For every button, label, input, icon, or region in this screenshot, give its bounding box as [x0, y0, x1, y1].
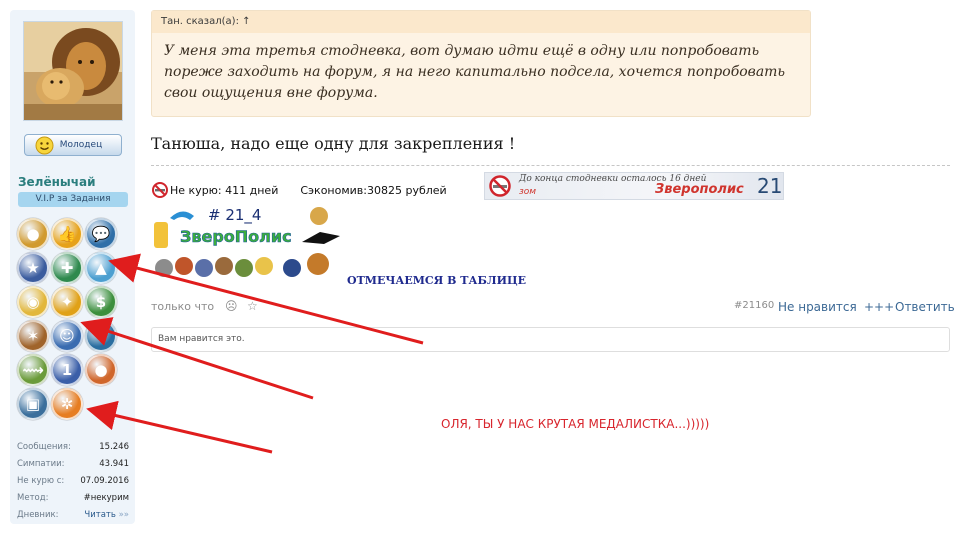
number-one-icon[interactable]: 1 — [51, 354, 83, 386]
stat-method: Метод: #некурим — [17, 493, 129, 503]
post-time[interactable]: только что — [151, 300, 214, 313]
stat-messages: Сообщения: 15.246 — [17, 442, 129, 452]
stat-likes: Симпатии: 43.941 — [17, 459, 129, 469]
dislike-link[interactable]: Не нравится — [778, 300, 857, 314]
medal-icon[interactable]: ◉ — [17, 286, 49, 318]
star-icon[interactable]: ★ — [17, 252, 49, 284]
quit-progress-banner[interactable]: До конца стодневки осталось 16 дней зом … — [484, 172, 784, 200]
three-stars-icon[interactable]: ✦ — [51, 286, 83, 318]
money-bag-icon[interactable]: $ — [85, 286, 117, 318]
stat-quit-date: Не курю с: 07.09.2016 — [17, 476, 129, 486]
stars-icon[interactable]: ✶ — [17, 320, 49, 352]
user-info-panel: Молодец Зелёнычай V.I.P за Задания ● 👍 💬 ★ ✚… — [10, 10, 135, 524]
plus-link[interactable]: +++ — [864, 300, 894, 314]
user-stats: Сообщения: 15.246 Симпатии: 43.941 Не ку… — [17, 439, 129, 524]
user-title-badge: V.I.P за Задания — [18, 192, 128, 207]
celebrate-in-table-text: ОТМЕЧАЕМСЯ В ТАБЛИЦЕ — [347, 274, 526, 287]
chat-bubble-icon[interactable]: 💬 — [85, 218, 117, 250]
post-message: Танюша, надо еще одну для закрепления ! — [151, 134, 516, 153]
star-outline-icon[interactable]: ☆ — [247, 299, 258, 313]
lion-avatar-image — [24, 22, 122, 120]
group-icon[interactable]: ☺ — [51, 320, 83, 352]
thumbs-up-icon[interactable]: 👍 — [51, 218, 83, 250]
diary-read-link[interactable]: Читать »» — [84, 507, 129, 524]
signature-divider — [151, 165, 950, 166]
pharmacy-cross-icon[interactable]: ✚ — [51, 252, 83, 284]
likes-summary: Вам нравится это. — [151, 327, 950, 352]
praise-button[interactable]: Молодец — [24, 134, 122, 156]
no-smoking-icon — [489, 175, 511, 197]
avatar[interactable] — [23, 21, 123, 121]
mountain-icon[interactable]: ▲ — [85, 252, 117, 284]
no-smoking-icon — [152, 182, 168, 198]
person-icon[interactable]: ● — [17, 218, 49, 250]
zootopia-signature-image: # 21_4 ЗвероПолис — [152, 204, 344, 290]
stat-diary: Дневник: Читать »» — [17, 507, 129, 524]
tomato-icon[interactable]: ● — [85, 354, 117, 386]
medal-note-text: ОЛЯ, ТЫ У НАС КРУТАЯ МЕДАЛИСТКА...))))) — [441, 417, 710, 431]
quote-text: У меня эта третья стодневка, вот думаю и… — [164, 43, 786, 101]
reply-link[interactable]: Ответить — [895, 300, 955, 314]
username[interactable]: Зелёнычай — [18, 175, 95, 189]
svg-text:# 21_4: # 21_4 — [208, 206, 261, 225]
quote-block: Тан. сказал(а): ↑ У меня эта третья стод… — [151, 10, 811, 117]
svg-text:ЗвероПолис: ЗвероПолис — [180, 227, 292, 246]
post-number[interactable]: #21160 — [734, 300, 774, 311]
quote-attribution[interactable]: Тан. сказал(а): ↑ — [152, 11, 810, 33]
airplane-icon[interactable]: ✈ — [85, 320, 117, 352]
people-circle-icon[interactable]: ✲ — [51, 388, 83, 420]
smiley-icon — [35, 136, 54, 155]
runner-icon[interactable]: ⟿ — [17, 354, 49, 386]
signature-counter: Не курю: 411 дней Сэкономив:30825 рублей — [152, 182, 447, 198]
praise-label: Молодец — [59, 140, 103, 150]
smiley-outline-icon[interactable]: ☹ — [225, 299, 238, 313]
post-footer: только что ☹ ☆ #21160 Не нравится +++ От… — [151, 299, 955, 316]
train-icon[interactable]: ▣ — [17, 388, 49, 420]
